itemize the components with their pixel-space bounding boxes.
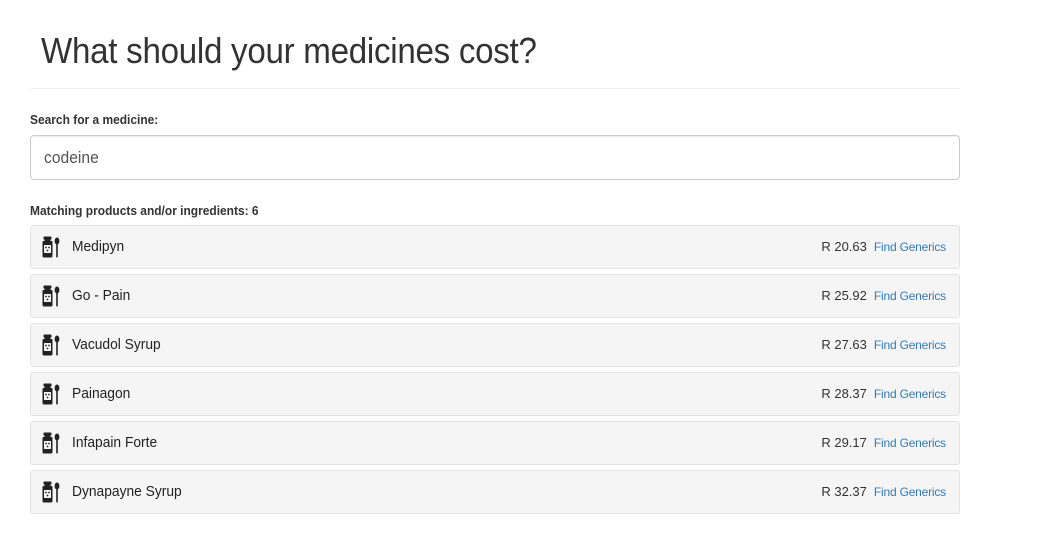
page-title: What should your medicines cost? <box>41 30 537 71</box>
medicine-name: Go - Pain <box>72 287 131 304</box>
search-input-value: codeine <box>44 148 99 167</box>
match-count-label: Matching products and/or ingredients: 6 <box>30 203 259 218</box>
find-generics-link[interactable]: Find Generics <box>874 387 946 401</box>
medicine-price: R 32.37 <box>821 484 867 499</box>
medicine-bottle-spoon-icon <box>41 432 61 454</box>
medicine-bottle-spoon-icon <box>41 383 61 405</box>
medicine-bottle-spoon-icon <box>41 285 61 307</box>
price-group: R 27.63 Find Generics <box>821 337 946 352</box>
medicine-price: R 28.37 <box>821 386 867 401</box>
medicine-name: Dynapayne Syrup <box>72 483 182 500</box>
medicine-name: Painagon <box>72 385 131 402</box>
find-generics-link[interactable]: Find Generics <box>874 240 946 254</box>
list-item[interactable]: Dynapayne Syrup R 32.37 Find Generics <box>30 470 960 514</box>
medicine-price: R 25.92 <box>821 288 867 303</box>
medicine-bottle-spoon-icon <box>41 481 61 503</box>
medicine-name: Medipyn <box>72 238 125 255</box>
price-group: R 29.17 Find Generics <box>821 435 946 450</box>
find-generics-link[interactable]: Find Generics <box>874 289 946 303</box>
price-group: R 25.92 Find Generics <box>821 288 946 303</box>
list-item[interactable]: Painagon R 28.37 Find Generics <box>30 372 960 416</box>
search-input[interactable]: codeine <box>30 135 960 180</box>
price-group: R 32.37 Find Generics <box>821 484 946 499</box>
medicine-name: Vacudol Syrup <box>72 336 161 353</box>
list-item[interactable]: Medipyn R 20.63 Find Generics <box>30 225 960 269</box>
medicine-bottle-spoon-icon <box>41 236 61 258</box>
list-item[interactable]: Vacudol Syrup R 27.63 Find Generics <box>30 323 960 367</box>
find-generics-link[interactable]: Find Generics <box>874 436 946 450</box>
price-group: R 28.37 Find Generics <box>821 386 946 401</box>
title-divider <box>30 88 960 89</box>
price-group: R 20.63 Find Generics <box>821 239 946 254</box>
search-label: Search for a medicine: <box>30 112 159 127</box>
find-generics-link[interactable]: Find Generics <box>874 338 946 352</box>
medicine-name: Infapain Forte <box>72 434 158 451</box>
medicine-price: R 27.63 <box>821 337 867 352</box>
medicine-price: R 20.63 <box>821 239 867 254</box>
list-item[interactable]: Infapain Forte R 29.17 Find Generics <box>30 421 960 465</box>
find-generics-link[interactable]: Find Generics <box>874 485 946 499</box>
medicine-price: R 29.17 <box>821 435 867 450</box>
list-item[interactable]: Go - Pain R 25.92 Find Generics <box>30 274 960 318</box>
medicine-bottle-spoon-icon <box>41 334 61 356</box>
results-list: Medipyn R 20.63 Find Generics Go - Pain … <box>30 225 960 519</box>
